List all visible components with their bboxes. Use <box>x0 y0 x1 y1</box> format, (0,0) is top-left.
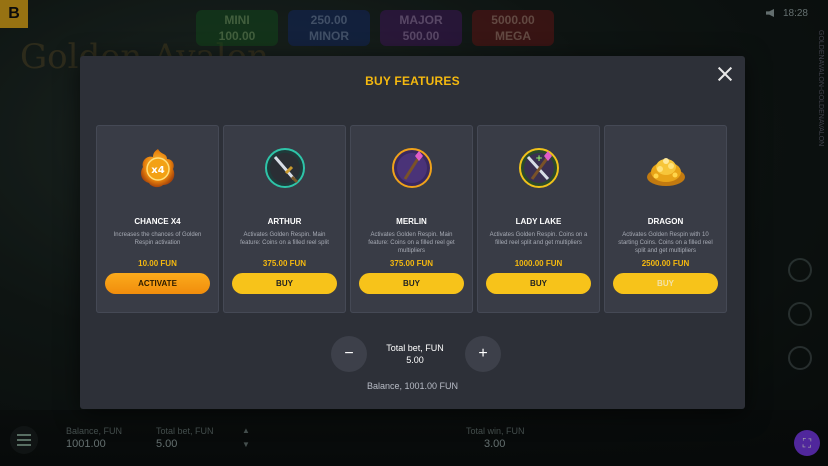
feature-card-dragon: DRAGON Activates Golden Respin with 10 s… <box>604 125 727 313</box>
feature-description: Activates Golden Respin. Main feature: C… <box>240 232 329 246</box>
svg-text:x4: x4 <box>151 165 164 176</box>
buy-button[interactable]: BUY <box>232 273 337 294</box>
feature-name: CHANCE X4 <box>134 217 181 226</box>
bet-selector: − Total bet, FUN 5.00 + <box>80 336 745 372</box>
buy-button[interactable]: BUY <box>486 273 591 294</box>
balance-text: Balance, 1001.00 FUN <box>366 381 459 391</box>
feature-card-arthur: ARTHUR Activates Golden Respin. Main fea… <box>223 125 346 313</box>
sword-and-wand-icon: + <box>519 148 559 188</box>
sword-icon <box>265 148 305 188</box>
feature-name: DRAGON <box>647 217 684 226</box>
decrease-bet-button[interactable]: − <box>331 336 367 372</box>
buy-button-disabled: BUY <box>613 273 718 294</box>
feature-description: Increases the chances of Golden Respin a… <box>113 232 202 246</box>
feature-description: Activates Golden Respin. Coins on a fill… <box>489 232 588 246</box>
feature-name: MERLIN <box>396 217 427 226</box>
feature-price: 375.00 FUN <box>262 259 307 268</box>
bet-value: 5.00 <box>406 355 424 365</box>
chance-x4-icon: x4 <box>141 149 175 188</box>
wand-icon <box>392 148 432 188</box>
buy-button[interactable]: BUY <box>359 273 464 294</box>
svg-text:+: + <box>535 154 543 164</box>
gold-pile-icon <box>647 158 685 186</box>
dialog-title: BUY FEATURES <box>365 74 460 88</box>
feature-price: 375.00 FUN <box>389 259 434 268</box>
feature-price: 2500.00 FUN <box>641 259 690 268</box>
buy-features-dialog: BUY FEATURES x4 CHANCE X4 Increases the … <box>80 56 745 409</box>
feature-price: 1000.00 FUN <box>514 259 563 268</box>
feature-price: 10.00 FUN <box>138 259 177 268</box>
feature-card-chance-x4: x4 CHANCE X4 Increases the chances of Go… <box>96 125 219 313</box>
activate-button[interactable]: ACTIVATE <box>105 273 210 294</box>
feature-description: Activates Golden Respin. Main feature: C… <box>368 232 455 254</box>
feature-name: LADY LAKE <box>515 217 562 226</box>
feature-name: ARTHUR <box>267 217 302 226</box>
feature-card-lady-lake: + LADY LAKE Activates Golden Respin. Coi… <box>477 125 600 313</box>
feature-cards: x4 CHANCE X4 Increases the chances of Go… <box>96 125 727 313</box>
feature-card-merlin: MERLIN Activates Golden Respin. Main fea… <box>350 125 473 313</box>
close-icon[interactable] <box>717 66 733 82</box>
increase-bet-button[interactable]: + <box>465 336 501 372</box>
feature-description: Activates Golden Respin with 10 starting… <box>618 232 713 254</box>
bet-label: Total bet, FUN <box>386 343 444 353</box>
